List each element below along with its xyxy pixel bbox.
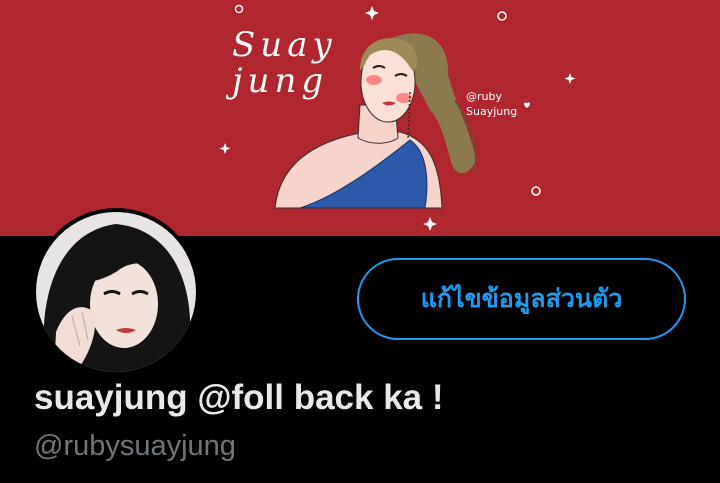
profile-username: @rubysuayjung (34, 430, 236, 462)
banner-illustration (219, 4, 576, 231)
banner-handle-text: @ruby Suayjung (466, 90, 517, 120)
profile-photo-icon (36, 212, 196, 372)
banner-handle-line1: @ruby (466, 90, 502, 103)
profile-display-name: suayjung @foll back ka ! (34, 378, 444, 417)
header-banner[interactable]: Suay jung @ruby Suayjung (0, 0, 720, 236)
banner-title: Suay jung (232, 25, 337, 101)
banner-handle-line2: Suayjung (466, 104, 518, 118)
banner-title-line2: jung (232, 60, 329, 101)
edit-profile-button[interactable]: แก้ไขข้อมูลส่วนตัว (357, 258, 686, 340)
avatar[interactable] (32, 208, 200, 376)
banner-title-line1: Suay (232, 25, 337, 65)
